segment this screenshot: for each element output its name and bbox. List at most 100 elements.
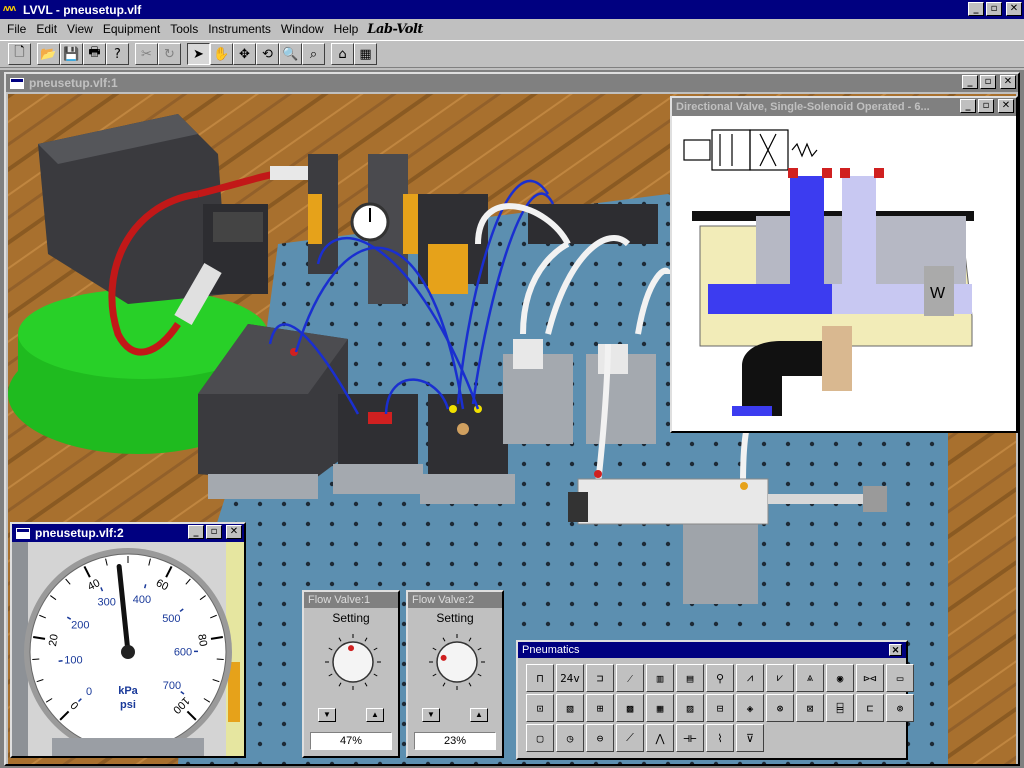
menu-help[interactable]: Help bbox=[329, 22, 364, 36]
manifold-tool[interactable]: ▧ bbox=[556, 694, 584, 722]
relay-tool[interactable]: ⊟ bbox=[706, 694, 734, 722]
open-folder-button[interactable]: 📂 bbox=[37, 43, 60, 65]
valve-3-2-icon: ▥ bbox=[656, 671, 664, 685]
gauge-tool[interactable]: ◉ bbox=[826, 664, 854, 692]
menu-window[interactable]: Window bbox=[276, 22, 329, 36]
flow-valve-2-title-bar[interactable]: Flow Valve:2 bbox=[408, 592, 502, 608]
knob-indicator bbox=[348, 645, 355, 652]
pushbutton-tool[interactable]: ⊐ bbox=[586, 664, 614, 692]
table-tool[interactable]: ⊓ bbox=[526, 664, 554, 692]
valve-restore-button[interactable]: ▫ bbox=[978, 99, 994, 113]
home-button[interactable]: ⌂ bbox=[331, 43, 354, 65]
main-window-title-bar[interactable]: pneusetup.vlf:1 _ ▫ ✕ bbox=[6, 74, 1018, 92]
app-minimize-button[interactable]: _ bbox=[968, 2, 984, 16]
main-close-button[interactable]: ✕ bbox=[1000, 75, 1016, 89]
menu-view[interactable]: View bbox=[62, 22, 98, 36]
capacitor-icon: ⊣⊢ bbox=[683, 731, 697, 745]
flow-valve-1-title-bar[interactable]: Flow Valve:1 bbox=[304, 592, 398, 608]
menu-instruments[interactable]: Instruments bbox=[203, 22, 276, 36]
valve-3-2-tool[interactable]: ▥ bbox=[646, 664, 674, 692]
flow-valve-2-decrease-button[interactable]: ▼ bbox=[422, 708, 440, 722]
limit-switch-tool[interactable]: ▢ bbox=[526, 724, 554, 752]
regulator-tool[interactable]: ⊛ bbox=[766, 694, 794, 722]
exhaust-tool[interactable]: ⊠ bbox=[796, 694, 824, 722]
flow-meter-tool[interactable]: ⊖ bbox=[586, 724, 614, 752]
flow-control-tool[interactable]: ⊳⊲ bbox=[856, 664, 884, 692]
hand-button[interactable]: ✋ bbox=[210, 43, 233, 65]
rotate-button[interactable]: ↻ bbox=[158, 43, 181, 65]
menu-equipment[interactable]: Equipment bbox=[98, 22, 165, 36]
orbit-button[interactable]: ⟲ bbox=[256, 43, 279, 65]
timer-tool[interactable]: ◷ bbox=[556, 724, 584, 752]
resistor-tool[interactable]: ⋀ bbox=[646, 724, 674, 752]
valve-4-2-tool[interactable]: ▤ bbox=[676, 664, 704, 692]
print-icon: 🖶 bbox=[88, 45, 101, 60]
flow-meter-icon: ⊖ bbox=[596, 731, 604, 745]
gauge-restore-button[interactable]: ▫ bbox=[206, 525, 222, 539]
coil-tool[interactable]: ⌇ bbox=[706, 724, 734, 752]
filter-tool[interactable]: ◈ bbox=[736, 694, 764, 722]
valve-minimize-button[interactable]: _ bbox=[960, 99, 976, 113]
pneumatics-palette-title-bar[interactable]: Pneumatics ✕ bbox=[518, 642, 906, 658]
main-minimize-button[interactable]: _ bbox=[962, 75, 978, 89]
help-button[interactable]: ? bbox=[106, 43, 129, 65]
valve-check-tool[interactable]: ⩓ bbox=[796, 664, 824, 692]
valve-pilot-tool[interactable]: ⩗ bbox=[766, 664, 794, 692]
gauge-window-title-bar[interactable]: pneusetup.vlf:2 _ ▫ ✕ bbox=[12, 524, 244, 542]
menu-edit[interactable]: Edit bbox=[31, 22, 62, 36]
switch-tool[interactable]: ⁄ bbox=[616, 664, 644, 692]
timer-icon: ◷ bbox=[566, 731, 574, 745]
valve-lever-tool[interactable]: ⩘ bbox=[736, 664, 764, 692]
print-button[interactable]: 🖶 bbox=[83, 43, 106, 65]
move-button[interactable]: ✥ bbox=[233, 43, 256, 65]
flow-valve-2-increase-button[interactable]: ▲ bbox=[470, 708, 488, 722]
app-close-button[interactable]: ✕ bbox=[1006, 2, 1022, 16]
valve-pilot-icon: ⩗ bbox=[776, 671, 784, 684]
valve-5-2-tool[interactable]: ▦ bbox=[646, 694, 674, 722]
flow-valve-1-title: Flow Valve:1 bbox=[308, 594, 371, 606]
cylinder-tool[interactable]: ▭ bbox=[886, 664, 914, 692]
motor-tool[interactable]: ⊚ bbox=[886, 694, 914, 722]
zoom-button[interactable]: 🔍 bbox=[279, 43, 302, 65]
valve-window-title-bar[interactable]: Directional Valve, Single-Solenoid Opera… bbox=[672, 98, 1016, 116]
flow-valve-2-knob[interactable] bbox=[414, 628, 500, 698]
grid-view-icon: ▦ bbox=[359, 46, 372, 62]
menu-tools[interactable]: Tools bbox=[165, 22, 203, 36]
flow-valve-1-increase-button[interactable]: ▲ bbox=[366, 708, 384, 722]
flow-valve-1-decrease-button[interactable]: ▼ bbox=[318, 708, 336, 722]
new-file-icon: 🗋 bbox=[14, 45, 25, 60]
sensor-tool[interactable]: ⟋ bbox=[616, 724, 644, 752]
pressure-switch-tool[interactable]: ⚲ bbox=[706, 664, 734, 692]
valve-block-tool[interactable]: ▩ bbox=[616, 694, 644, 722]
flow-valve-1-knob[interactable] bbox=[310, 628, 396, 698]
capacitor-tool[interactable]: ⊣⊢ bbox=[676, 724, 704, 752]
pneumatics-palette-close-button[interactable]: ✕ bbox=[889, 644, 902, 656]
main-restore-button[interactable]: ▫ bbox=[980, 75, 996, 89]
double-cylinder-tool[interactable]: ⊏ bbox=[856, 694, 884, 722]
cut-icon: ✂ bbox=[141, 46, 152, 62]
gauge-minimize-button[interactable]: _ bbox=[188, 525, 204, 539]
app-title-bar[interactable]: ᴧᴧᴧ LVVL - pneusetup.vlf _ ▫ ✕ bbox=[0, 0, 1024, 19]
app-restore-button[interactable]: ▫ bbox=[986, 2, 1002, 16]
pointer-icon: ➤ bbox=[193, 46, 204, 62]
pneumatic-cylinder bbox=[577, 478, 769, 525]
valve-5-3-tool[interactable]: ▨ bbox=[676, 694, 704, 722]
cut-button[interactable]: ✂ bbox=[135, 43, 158, 65]
menu-file[interactable]: File bbox=[2, 22, 31, 36]
power-24v-tool[interactable]: 24v bbox=[556, 664, 584, 692]
solenoid-valve-tool[interactable]: ⊞ bbox=[586, 694, 614, 722]
gauge-window-title: pneusetup.vlf:2 bbox=[35, 526, 124, 540]
grid-view-button[interactable]: ▦ bbox=[354, 43, 377, 65]
pushbutton-module bbox=[338, 394, 418, 464]
muffler-tool[interactable]: ⊽ bbox=[736, 724, 764, 752]
valve-close-button[interactable]: ✕ bbox=[998, 99, 1014, 113]
valve-spool-tool[interactable]: ⊡ bbox=[526, 694, 554, 722]
pilot-valve-tool[interactable]: ⌸ bbox=[826, 694, 854, 722]
new-file-button[interactable]: 🗋 bbox=[8, 43, 31, 65]
zoom-window-button[interactable]: ⌕ bbox=[302, 43, 325, 65]
valve-check-icon: ⩓ bbox=[806, 671, 814, 684]
knob-tick bbox=[373, 647, 378, 651]
pointer-button[interactable]: ➤ bbox=[187, 43, 210, 65]
save-button[interactable]: 💾 bbox=[60, 43, 83, 65]
gauge-close-button[interactable]: ✕ bbox=[226, 525, 242, 539]
